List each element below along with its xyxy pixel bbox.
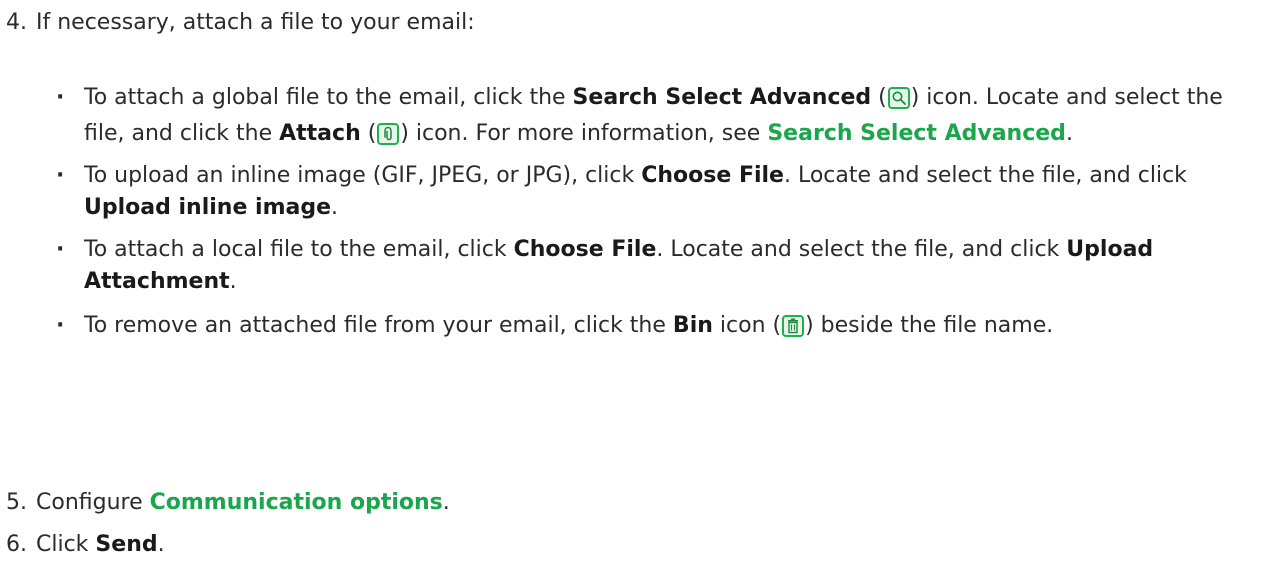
bullet-dot: · bbox=[56, 313, 65, 338]
step-number: 4. bbox=[6, 10, 27, 35]
text: . bbox=[229, 269, 237, 294]
text: . bbox=[331, 195, 339, 220]
text: icon ( bbox=[712, 313, 782, 338]
text: ) icon. For more information, see bbox=[400, 121, 768, 146]
bullet-dot: · bbox=[56, 85, 65, 110]
list-item: · To attach a global file to the email, c… bbox=[46, 80, 1266, 152]
text: To remove an attached file from your ema… bbox=[84, 313, 673, 338]
communication-options-link[interactable]: Communication options bbox=[150, 490, 443, 515]
search-select-advanced-link[interactable]: Search Select Advanced bbox=[767, 121, 1066, 146]
bullet-dot: · bbox=[56, 237, 65, 262]
send-label: Send bbox=[95, 532, 158, 557]
instructions-page: 4. If necessary, attach a file to your em… bbox=[0, 0, 1282, 567]
bullet-dot: · bbox=[56, 163, 65, 188]
paperclip-icon bbox=[377, 123, 400, 145]
step-4: 4. If necessary, attach a file to your em… bbox=[6, 7, 475, 39]
text: . Locate and select the file, and click bbox=[783, 163, 1187, 188]
bold-label: Attach bbox=[279, 121, 361, 146]
list-item: · To upload an inline image (GIF, JPEG, o… bbox=[46, 160, 1266, 224]
list-item: · To remove an attached file from your em… bbox=[46, 308, 1266, 344]
search-icon bbox=[887, 87, 910, 109]
step-5: 5. Configure Communication options. bbox=[6, 487, 450, 519]
text: ( bbox=[871, 85, 887, 110]
step-text: . bbox=[442, 490, 450, 515]
bold-label: Search Select Advanced bbox=[572, 85, 872, 110]
text: . bbox=[1065, 121, 1073, 146]
bold-label: Choose File bbox=[641, 163, 784, 188]
step-6: 6. Click Send. bbox=[6, 529, 165, 561]
step-text: Configure bbox=[36, 490, 150, 515]
list-item: · To attach a local file to the email, cl… bbox=[46, 234, 1266, 298]
bin-icon bbox=[782, 315, 805, 337]
bold-label: Upload inline image bbox=[84, 195, 332, 220]
step-text: Click bbox=[36, 532, 96, 557]
bold-label: Choose File bbox=[513, 237, 657, 262]
text: To upload an inline image (GIF, JPEG, or… bbox=[84, 163, 642, 188]
bold-label: Bin bbox=[672, 313, 713, 338]
text: . Locate and select the file, and click bbox=[656, 237, 1067, 262]
text: ( bbox=[360, 121, 377, 146]
text: To attach a local file to the email, cli… bbox=[84, 237, 514, 262]
text: To attach a global file to the email, cl… bbox=[84, 85, 573, 110]
step-text: . bbox=[157, 532, 165, 557]
step-number: 5. bbox=[6, 490, 27, 515]
attachment-options-list: · To attach a global file to the email, c… bbox=[46, 80, 1266, 344]
step-number: 6. bbox=[6, 532, 27, 557]
step-text: If necessary, attach a file to your emai… bbox=[36, 10, 475, 35]
text: ) beside the file name. bbox=[805, 313, 1054, 338]
